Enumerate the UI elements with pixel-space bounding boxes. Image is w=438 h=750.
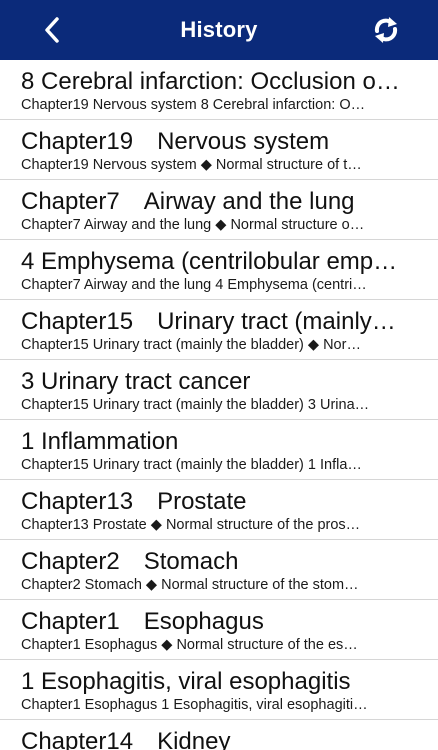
history-item[interactable]: Chapter14 Kidney xyxy=(0,720,438,750)
history-item-subtitle: Chapter19 Nervous system 8 Cerebral infa… xyxy=(21,97,366,113)
history-item[interactable]: Chapter15 Urinary tract (mainly… Chapter1… xyxy=(0,300,438,360)
history-item[interactable]: 8 Cerebral infarction: Occlusion o… Chapt… xyxy=(0,60,438,120)
history-item-subtitle: Chapter13 Prostate ◆ Normal structure of… xyxy=(21,517,361,533)
history-item-title: Chapter13 Prostate xyxy=(21,488,247,515)
history-item-subtitle: Chapter15 Urinary tract (mainly the blad… xyxy=(21,457,362,473)
history-item-subtitle: Chapter7 Airway and the lung 4 Emphysema… xyxy=(21,277,367,293)
history-item-title: Chapter19 Nervous system xyxy=(21,128,330,155)
history-item[interactable]: Chapter13 Prostate Chapter13 Prostate ◆ N… xyxy=(0,480,438,540)
history-item[interactable]: Chapter2 Stomach Chapter2 Stomach ◆ Norma… xyxy=(0,540,438,600)
history-item-title: 1 Inflammation xyxy=(21,428,179,455)
history-item[interactable]: Chapter7 Airway and the lung Chapter7 Air… xyxy=(0,180,438,240)
history-item-title: Chapter15 Urinary tract (mainly… xyxy=(21,308,396,335)
history-item-title: 1 Esophagitis, viral esophagitis xyxy=(21,668,351,695)
nav-bar: History xyxy=(0,0,438,60)
history-item-title: Chapter2 Stomach xyxy=(21,548,239,575)
refresh-icon xyxy=(374,17,398,43)
refresh-button[interactable] xyxy=(368,12,404,48)
history-item-title: Chapter14 Kidney xyxy=(21,728,231,750)
history-item-title: 3 Urinary tract cancer xyxy=(21,368,251,395)
history-item-title: Chapter7 Airway and the lung xyxy=(21,188,355,215)
history-item[interactable]: 1 Esophagitis, viral esophagitis Chapter1… xyxy=(0,660,438,720)
history-item[interactable]: 1 Inflammation Chapter15 Urinary tract (m… xyxy=(0,420,438,480)
history-item-subtitle: Chapter1 Esophagus ◆ Normal structure of… xyxy=(21,637,358,653)
history-item-title: Chapter1 Esophagus xyxy=(21,608,264,635)
history-item[interactable]: Chapter19 Nervous system Chapter19 Nervou… xyxy=(0,120,438,180)
history-item[interactable]: 4 Emphysema (centrilobular emp… Chapter7 … xyxy=(0,240,438,300)
history-item-title: 4 Emphysema (centrilobular emp… xyxy=(21,248,398,275)
history-item-subtitle: Chapter15 Urinary tract (mainly the blad… xyxy=(21,397,370,413)
history-item[interactable]: Chapter1 Esophagus Chapter1 Esophagus ◆ N… xyxy=(0,600,438,660)
history-item-subtitle: Chapter7 Airway and the lung ◆ Normal st… xyxy=(21,217,365,233)
history-item-subtitle: Chapter15 Urinary tract (mainly the blad… xyxy=(21,337,361,353)
history-item-subtitle: Chapter19 Nervous system ◆ Normal struct… xyxy=(21,157,362,173)
history-item-subtitle: Chapter1 Esophagus 1 Esophagitis, viral … xyxy=(21,697,368,713)
history-list: 8 Cerebral infarction: Occlusion o… Chapt… xyxy=(0,60,438,750)
history-item-subtitle: Chapter2 Stomach ◆ Normal structure of t… xyxy=(21,577,359,593)
history-item-title: 8 Cerebral infarction: Occlusion o… xyxy=(21,68,400,95)
history-item[interactable]: 3 Urinary tract cancer Chapter15 Urinary … xyxy=(0,360,438,420)
